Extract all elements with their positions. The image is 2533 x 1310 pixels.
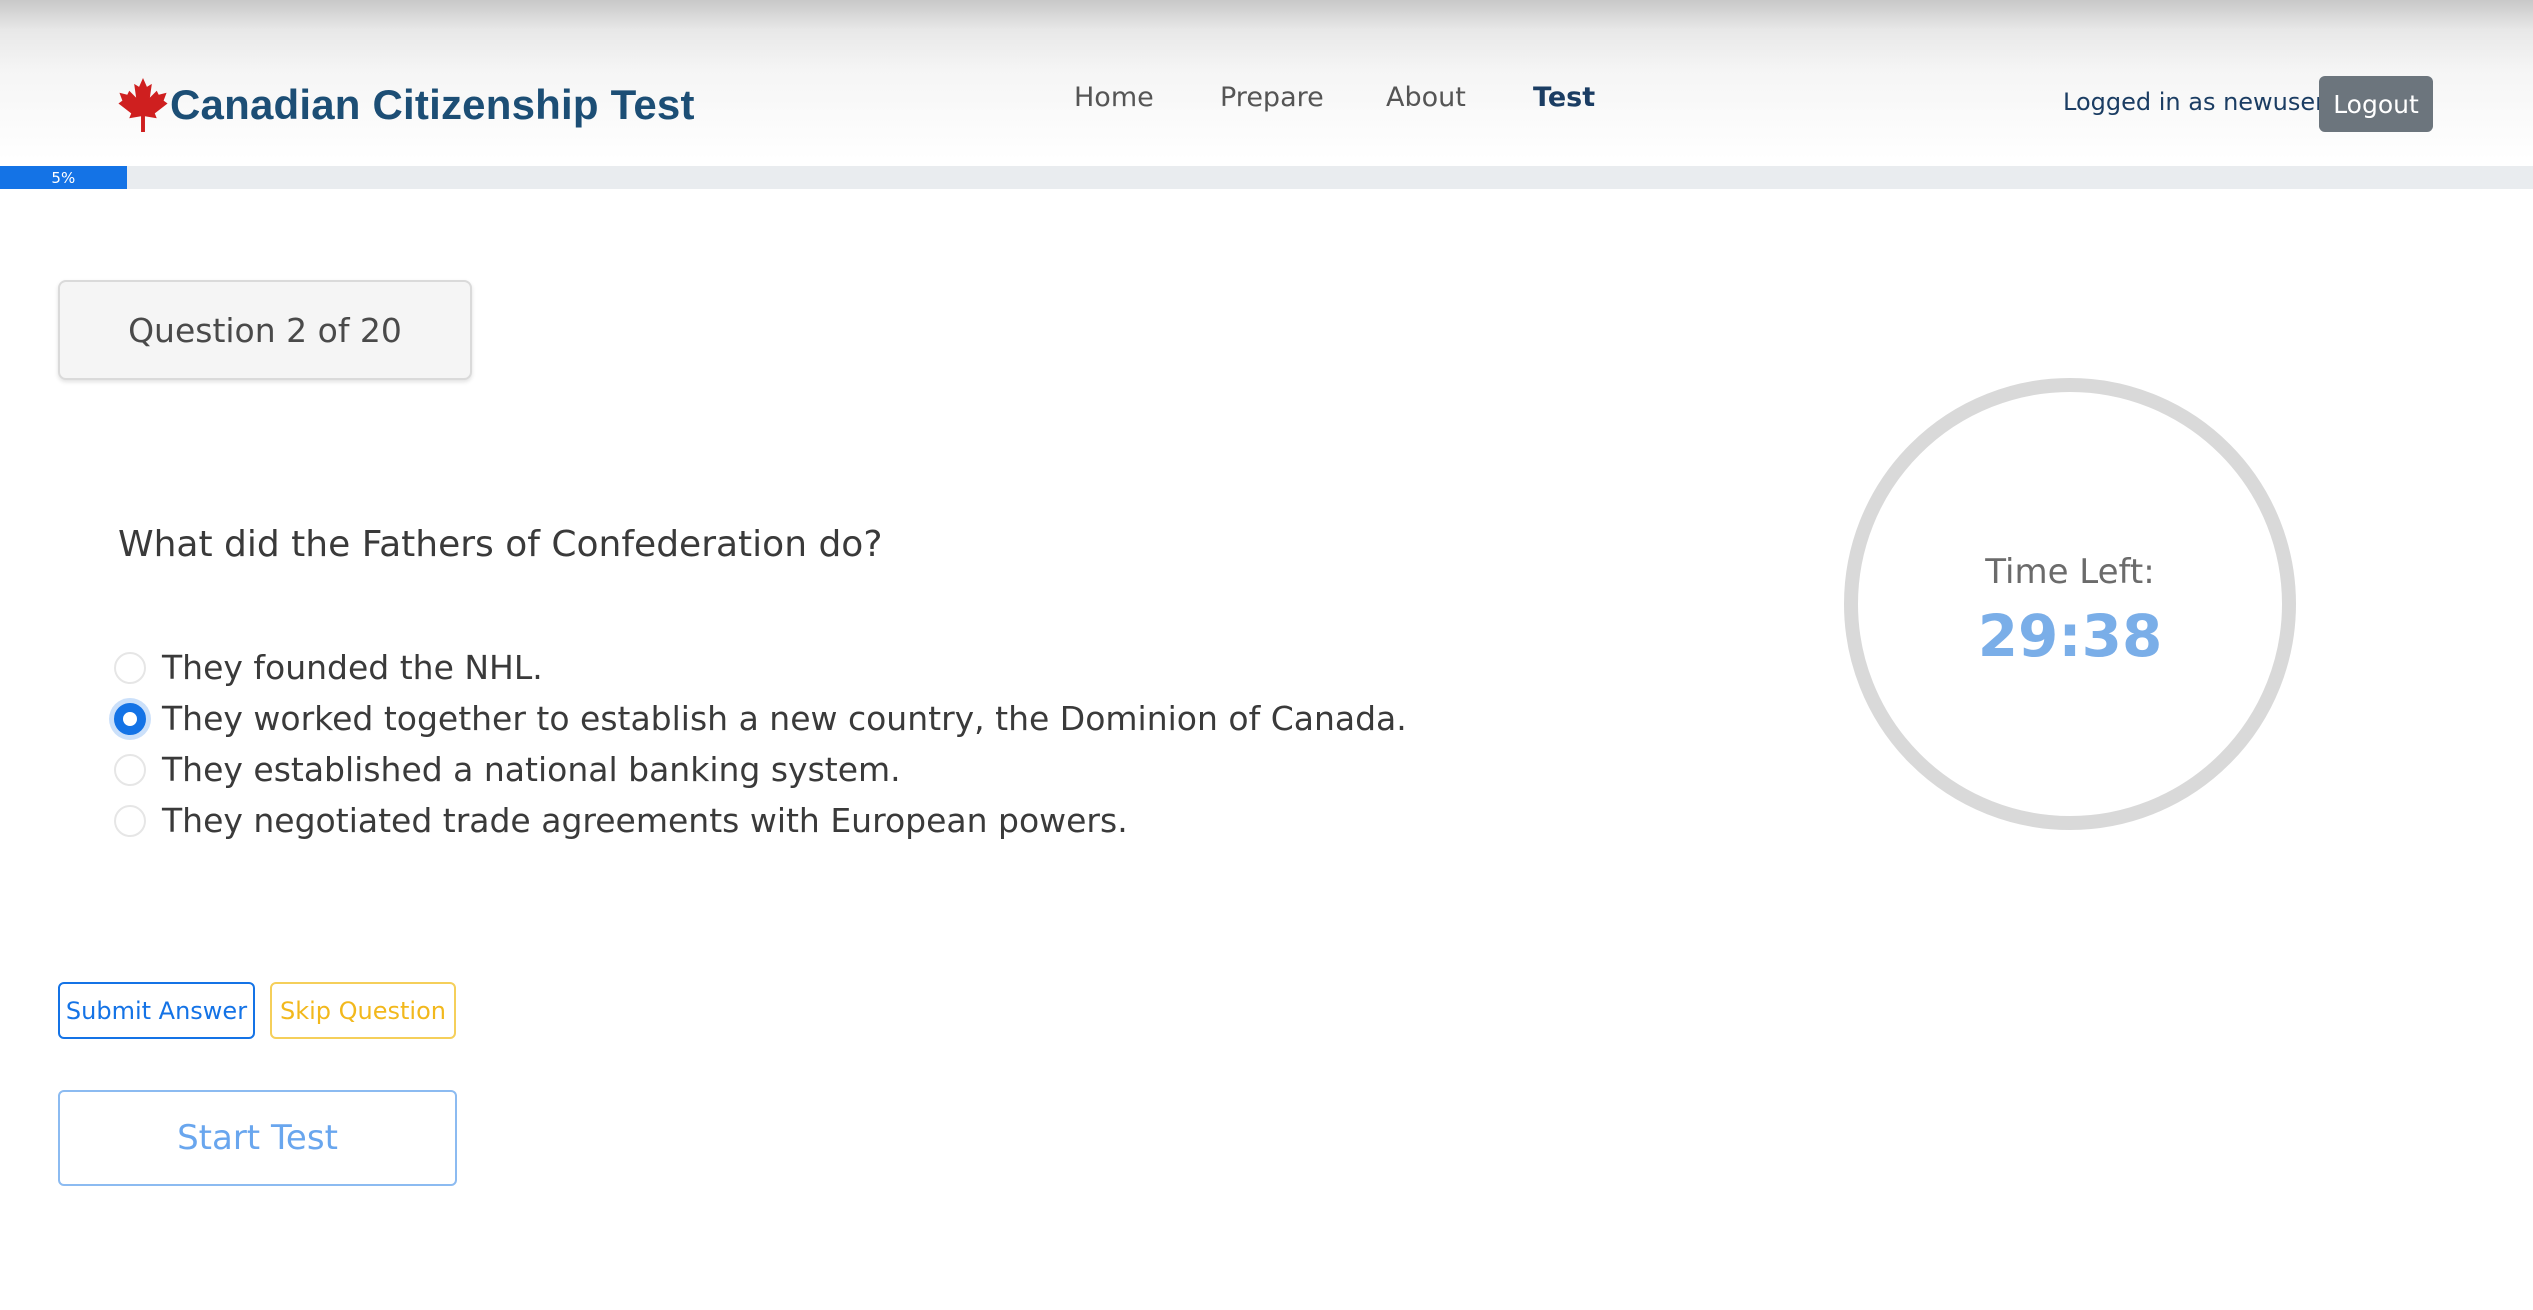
- answer-option[interactable]: They established a national banking syst…: [114, 744, 1407, 795]
- submit-answer-button[interactable]: Submit Answer: [58, 982, 255, 1039]
- maple-leaf-icon: [118, 78, 168, 132]
- logout-button[interactable]: Logout: [2319, 76, 2433, 132]
- nav-prepare[interactable]: Prepare: [1220, 82, 1324, 113]
- question-counter: Question 2 of 20: [58, 280, 472, 380]
- radio-button[interactable]: [114, 651, 146, 684]
- answer-option-label: They worked together to establish a new …: [162, 699, 1407, 738]
- answer-options: They founded the NHL. They worked togeth…: [114, 642, 1407, 846]
- skip-question-button[interactable]: Skip Question: [270, 982, 456, 1039]
- start-test-button[interactable]: Start Test: [58, 1090, 457, 1186]
- question-text: What did the Fathers of Confederation do…: [118, 524, 883, 565]
- timer-label: Time Left:: [1985, 552, 2155, 592]
- progress-bar: 5%: [0, 166, 2533, 189]
- answer-option-label: They founded the NHL.: [162, 648, 543, 687]
- site-header: Canadian Citizenship Test Home Prepare A…: [0, 0, 2533, 166]
- answer-option[interactable]: They founded the NHL.: [114, 642, 1407, 693]
- answer-option[interactable]: They negotiated trade agreements with Eu…: [114, 795, 1407, 846]
- answer-option-label: They established a national banking syst…: [162, 750, 901, 789]
- radio-button[interactable]: [114, 804, 146, 837]
- countdown-timer: Time Left: 29:38: [1844, 378, 2296, 830]
- progress-bar-fill: 5%: [0, 166, 127, 189]
- timer-value: 29:38: [1977, 602, 2163, 670]
- radio-button[interactable]: [114, 702, 146, 735]
- brand[interactable]: Canadian Citizenship Test: [118, 70, 695, 140]
- answer-option-label: They negotiated trade agreements with Eu…: [162, 801, 1128, 840]
- answer-option[interactable]: They worked together to establish a new …: [114, 693, 1407, 744]
- logged-in-user-label: Logged in as newuser: [2063, 88, 2326, 116]
- nav-home[interactable]: Home: [1074, 82, 1154, 113]
- brand-title: Canadian Citizenship Test: [170, 81, 695, 128]
- nav-test[interactable]: Test: [1533, 82, 1595, 113]
- nav-about[interactable]: About: [1386, 82, 1466, 113]
- radio-button[interactable]: [114, 753, 146, 786]
